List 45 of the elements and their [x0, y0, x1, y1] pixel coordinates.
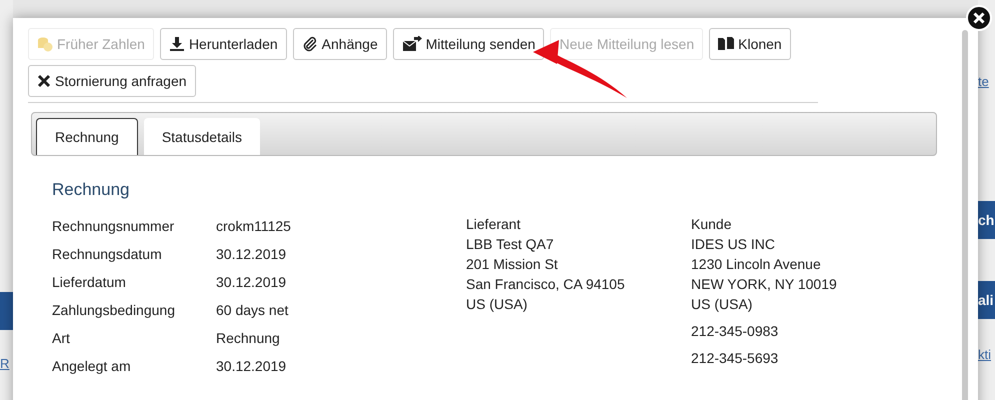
supplier-label: Lieferant — [466, 215, 522, 234]
address-line: LBB Test QA7 — [466, 235, 555, 254]
address-line: US (USA) — [691, 295, 754, 314]
field-label: Lieferdatum — [52, 273, 127, 292]
field-label: Rechnungsnummer — [52, 217, 176, 236]
download-icon — [168, 36, 185, 52]
field-value: 60 days net — [216, 301, 290, 320]
address-line: 1230 Lincoln Avenue — [691, 255, 822, 274]
field-label: Angelegt am — [52, 357, 132, 376]
customer-label: Kunde — [691, 215, 732, 234]
background-button[interactable]: ali — [978, 281, 995, 319]
background-link[interactable]: kti — [978, 347, 991, 362]
background-button[interactable]: ch — [978, 201, 995, 239]
field-value: 30.12.2019 — [216, 357, 288, 376]
field-label: Rechnungsdatum — [52, 245, 163, 264]
toolbar-button[interactable]: Anhänge — [292, 28, 387, 60]
tab[interactable]: Rechnung — [36, 118, 138, 155]
scrollbar[interactable] — [962, 30, 968, 400]
close-icon — [37, 74, 51, 88]
field-value: 30.12.2019 — [216, 273, 288, 292]
field-label: Art — [52, 329, 71, 348]
toolbar-button[interactable]: Klonen — [709, 28, 791, 60]
envelope-arrow-icon — [402, 36, 422, 52]
paperclip-icon — [302, 36, 318, 52]
address-line: NEW YORK, NY 10019 — [691, 275, 838, 294]
field-value: crokm11125 — [216, 217, 292, 236]
field-value: Rechnung — [216, 329, 281, 348]
coins-icon — [37, 36, 53, 52]
phone-number: 212-345-0983 — [691, 322, 780, 341]
background-link[interactable]: R — [0, 356, 13, 371]
tab[interactable]: Statusdetails — [144, 118, 260, 155]
address-line: 201 Mission St — [466, 255, 559, 274]
toolbar-button[interactable]: Herunterladen — [160, 28, 287, 60]
section-title: Rechnung — [52, 180, 131, 200]
address-line: US (USA) — [466, 295, 528, 314]
toolbar-button[interactable]: Stornierung anfragen — [28, 65, 196, 97]
phone-number: 212-345-5693 — [691, 349, 780, 368]
documents-icon — [718, 37, 734, 51]
field-value: 30.12.2019 — [216, 245, 288, 264]
toolbar-button[interactable]: Mitteilung senden — [392, 28, 544, 60]
address-line: IDES US INC — [691, 235, 776, 254]
field-label: Zahlungsbedingung — [52, 301, 176, 320]
address-line: San Francisco, CA 94105 — [466, 275, 626, 294]
background-link[interactable]: te — [978, 74, 989, 89]
close-icon[interactable] — [966, 5, 992, 31]
